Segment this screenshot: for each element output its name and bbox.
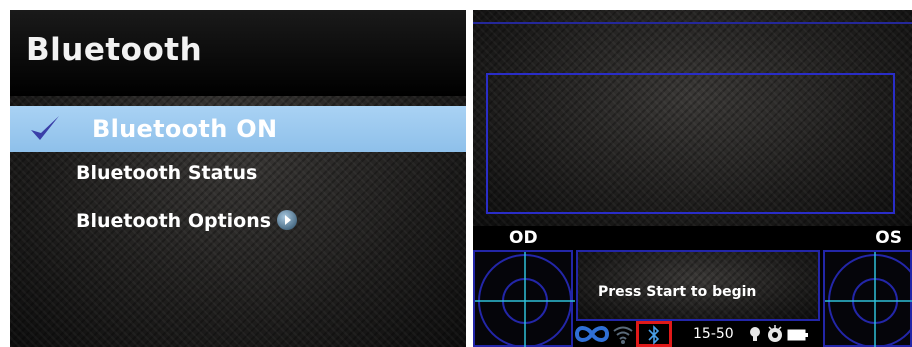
os-label: OS bbox=[875, 228, 902, 248]
bluetooth-status-button[interactable] bbox=[636, 321, 672, 347]
menu-item-bluetooth-on[interactable]: Bluetooth ON bbox=[10, 106, 466, 152]
submenu-arrow-icon bbox=[277, 210, 298, 230]
display-area bbox=[473, 10, 912, 226]
od-label: OD bbox=[509, 228, 538, 248]
crosshair-icon bbox=[825, 252, 912, 347]
page-title: Bluetooth bbox=[26, 32, 203, 68]
menu-item-bluetooth-options[interactable]: Bluetooth Options bbox=[76, 210, 298, 232]
top-divider bbox=[473, 22, 912, 24]
menu-item-bluetooth-status[interactable]: Bluetooth Status bbox=[76, 162, 257, 184]
image-display-box bbox=[486, 73, 895, 214]
menu-item-label: Bluetooth ON bbox=[92, 115, 278, 143]
menu-header: Bluetooth bbox=[10, 10, 466, 96]
menu-item-label: Bluetooth Options bbox=[76, 210, 272, 232]
eye-icon bbox=[768, 325, 782, 342]
od-reticle bbox=[473, 250, 575, 347]
checkmark-icon bbox=[31, 116, 59, 140]
wifi-icon bbox=[613, 326, 633, 344]
menu-item-label: Bluetooth Status bbox=[76, 162, 258, 184]
battery-icon bbox=[787, 329, 808, 341]
bottom-area: Press Start to begin 15-50 bbox=[473, 250, 912, 347]
clock-time: 15-50 bbox=[693, 326, 734, 342]
crosshair-icon bbox=[475, 252, 575, 347]
menu-list: Bluetooth ON Bluetooth Status Bluetooth … bbox=[10, 96, 466, 347]
bluetooth-menu-panel: Bluetooth Bluetooth ON Bluetooth Status … bbox=[10, 10, 466, 347]
bulb-icon bbox=[750, 327, 760, 341]
os-reticle bbox=[823, 250, 912, 347]
message-box: Press Start to begin bbox=[576, 250, 820, 321]
infinity-icon bbox=[574, 326, 610, 342]
eye-label-bar: OD OS bbox=[473, 226, 912, 250]
bluetooth-icon bbox=[648, 325, 660, 345]
device-screen-panel: OD OS Press Start to begin 15-50 bbox=[473, 10, 912, 347]
status-bar: 15-50 bbox=[574, 321, 820, 347]
start-prompt: Press Start to begin bbox=[598, 284, 757, 300]
